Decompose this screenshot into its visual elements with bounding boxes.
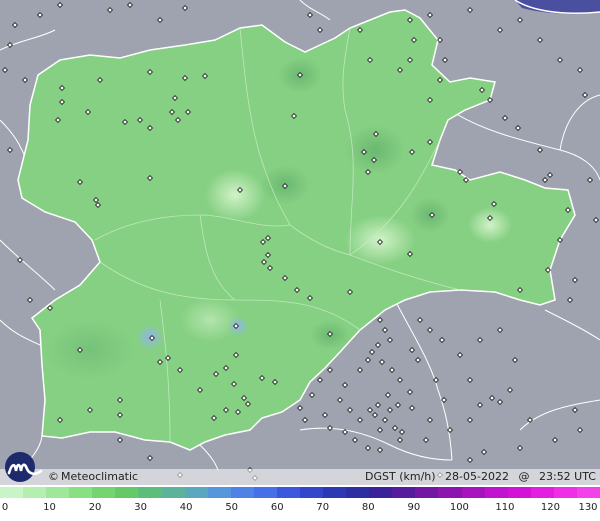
scale-swatch bbox=[576, 487, 600, 498]
scale-swatch bbox=[207, 487, 231, 498]
scale-swatch bbox=[0, 487, 24, 498]
scale-tick-label: 30 bbox=[134, 502, 147, 513]
at-label: @ bbox=[518, 470, 530, 483]
scale-tick-label: 120 bbox=[540, 502, 560, 513]
scale-tick-label: 100 bbox=[449, 502, 469, 513]
info-bar: © Meteoclimatic DGST (km/h) 28-05-2022 @ … bbox=[0, 469, 600, 485]
scale-swatch bbox=[46, 487, 70, 498]
scale-ticks: 0 10 20 30 40 50 60 70 80 90 100 110 120 130 bbox=[0, 500, 600, 520]
scale-swatch bbox=[184, 487, 208, 498]
scale-tick-label: 60 bbox=[270, 502, 284, 513]
scale-swatch bbox=[346, 487, 370, 498]
map-meta: DGST (km/h) 28-05-2022 @ 23:52 UTC bbox=[359, 470, 596, 483]
scale-tick-label: 70 bbox=[316, 502, 330, 513]
scale-tick-label: 40 bbox=[179, 502, 193, 513]
scale-bar bbox=[0, 487, 600, 498]
scale-swatch bbox=[276, 487, 301, 498]
scale-swatch bbox=[484, 487, 508, 498]
scale-swatch bbox=[530, 487, 554, 498]
scale-swatch bbox=[253, 487, 277, 498]
scale-tick-label: 130 bbox=[578, 502, 598, 513]
scale-swatch bbox=[392, 487, 416, 498]
brand-label: © Meteoclimatic bbox=[48, 470, 139, 483]
time-label: 23:52 UTC bbox=[538, 470, 596, 483]
scale-swatch bbox=[138, 487, 162, 498]
scale-swatch bbox=[507, 487, 531, 498]
scale-swatch bbox=[415, 487, 439, 498]
scale-swatch bbox=[553, 487, 577, 498]
scale-tick-label: 90 bbox=[407, 502, 421, 513]
scale-swatch bbox=[161, 487, 185, 498]
meteoclimatic-logo[interactable] bbox=[3, 451, 47, 485]
brand-name: Meteoclimatic bbox=[61, 470, 139, 483]
color-scale: 0 10 20 30 40 50 60 70 80 90 100 110 120 130 bbox=[0, 485, 600, 521]
scale-swatch bbox=[369, 487, 393, 498]
variable-label: DGST (km/h) bbox=[365, 470, 436, 483]
scale-tick-label: 10 bbox=[43, 502, 56, 513]
scale-swatch bbox=[230, 487, 254, 498]
scale-tick-label: 110 bbox=[495, 502, 515, 513]
scale-tick-label: 50 bbox=[225, 502, 239, 513]
scale-tick-label: 80 bbox=[361, 502, 375, 513]
scale-swatch bbox=[438, 487, 462, 498]
scale-swatch bbox=[323, 487, 347, 498]
scale-swatch bbox=[92, 487, 116, 498]
scale-tick-label: 0 bbox=[1, 502, 9, 513]
scale-swatch bbox=[461, 487, 485, 498]
scale-swatch bbox=[23, 487, 47, 498]
scale-swatch bbox=[300, 487, 324, 498]
date-label: 28-05-2022 bbox=[445, 470, 509, 483]
scale-swatch bbox=[69, 487, 93, 498]
map[interactable] bbox=[0, 0, 600, 521]
scale-swatch bbox=[115, 487, 139, 498]
scale-tick-label: 20 bbox=[88, 502, 102, 513]
